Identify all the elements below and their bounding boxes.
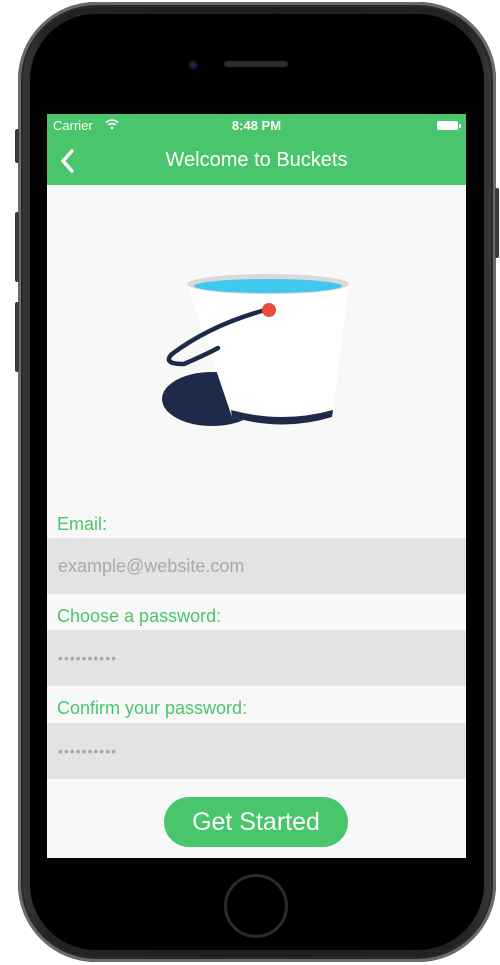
confirm-password-label: Confirm your password: xyxy=(57,698,248,718)
volume-down-button xyxy=(15,302,19,372)
confirm-password-field[interactable]: •••••••••• xyxy=(47,723,466,779)
power-button xyxy=(495,188,499,258)
app-screen: Carrier 8:48 PM Welcome to Buckets Email… xyxy=(47,114,466,858)
volume-up-button xyxy=(15,212,19,282)
home-button[interactable] xyxy=(224,874,288,938)
clock-time: 8:48 PM xyxy=(231,118,282,133)
email-field[interactable]: example@website.com xyxy=(47,538,466,594)
page-title: Welcome to Buckets xyxy=(165,149,348,171)
bucket-logo xyxy=(162,274,349,426)
password-label: Choose a password: xyxy=(57,606,222,626)
email-label: Email: xyxy=(57,514,108,534)
mute-switch xyxy=(15,129,19,163)
front-camera xyxy=(188,60,198,70)
navigation-bar: Welcome to Buckets xyxy=(47,136,466,185)
battery-icon xyxy=(437,121,461,130)
earpiece-speaker xyxy=(224,61,288,67)
password-field[interactable]: •••••••••• xyxy=(47,630,466,686)
get-started-button[interactable]: Get Started xyxy=(164,797,348,847)
status-bar: Carrier 8:48 PM xyxy=(47,114,466,136)
